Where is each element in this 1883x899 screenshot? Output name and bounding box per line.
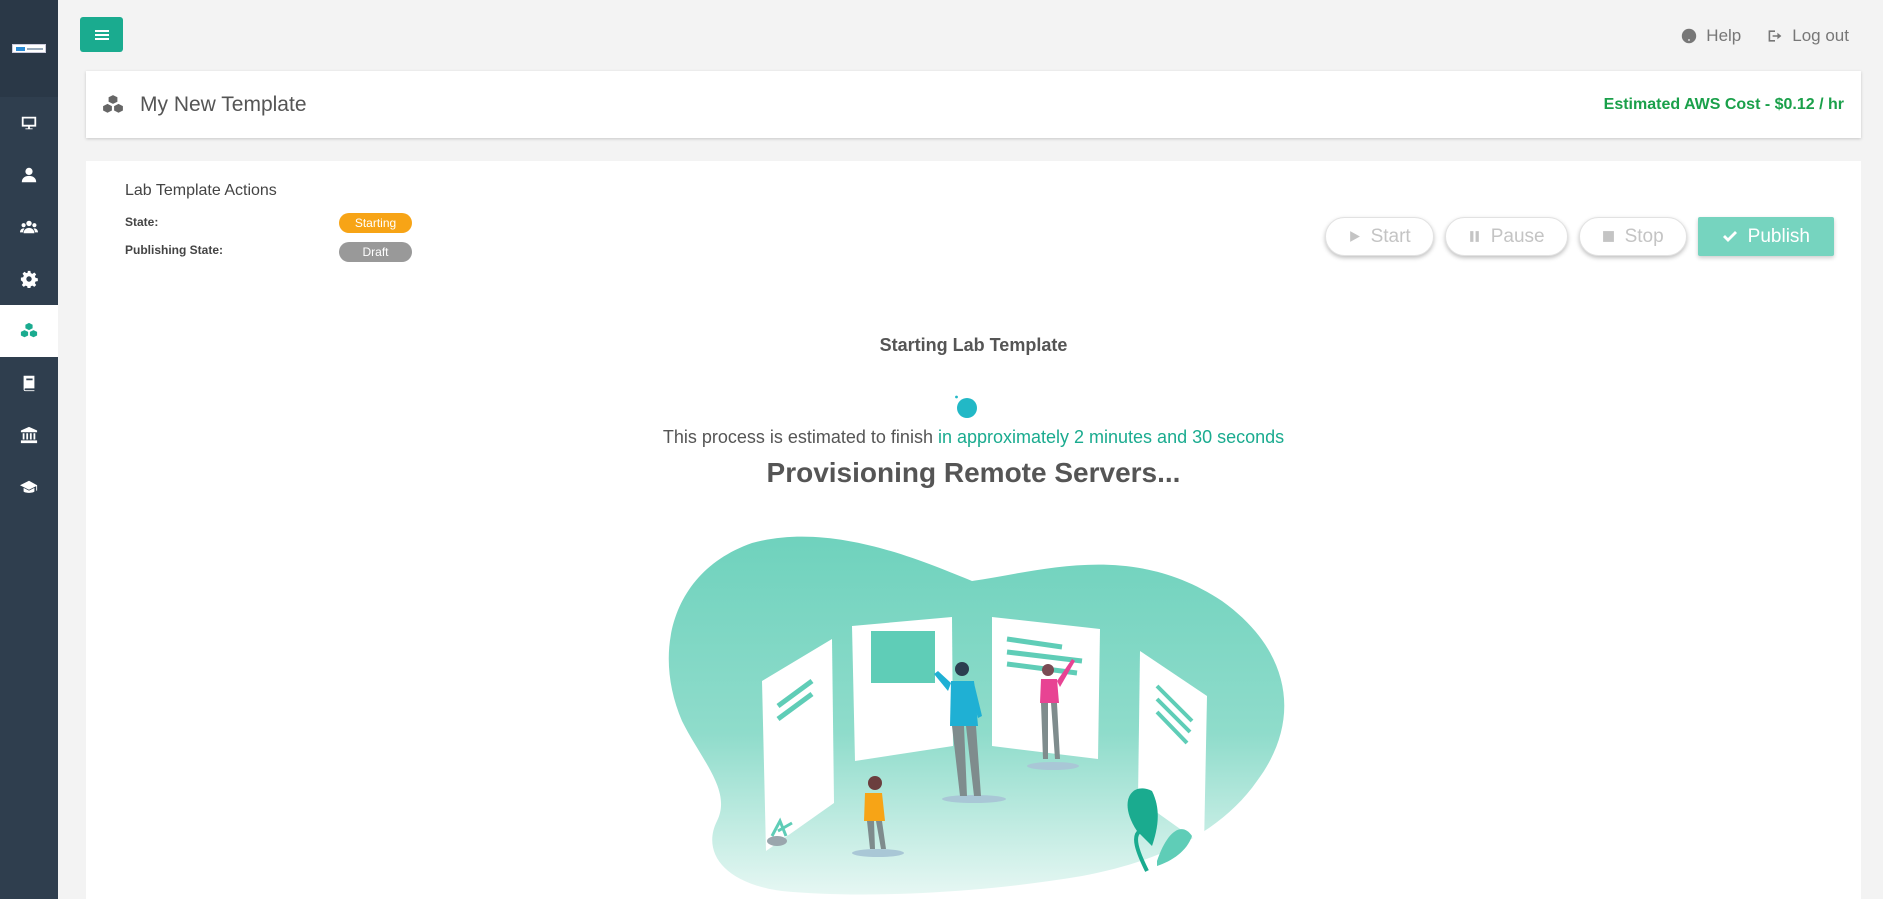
publish-label: Publish <box>1747 225 1810 247</box>
pause-label: Pause <box>1490 225 1545 247</box>
page-title: My New Template <box>140 92 307 116</box>
sidebar-item-settings[interactable] <box>0 253 58 305</box>
cubes-icon <box>102 94 124 116</box>
app-logo <box>12 44 46 53</box>
sidebar <box>0 0 58 899</box>
main-panel: Lab Template Actions State: Starting Pub… <box>86 161 1861 899</box>
stop-label: Stop <box>1624 225 1664 247</box>
monitor-icon <box>21 116 37 130</box>
publishing-state-badge: Draft <box>339 242 412 262</box>
actions-title: Lab Template Actions <box>125 182 277 199</box>
sidebar-item-groups[interactable] <box>0 201 58 253</box>
publishing-state-label: Publishing State: <box>125 243 224 257</box>
pause-button[interactable]: Pause <box>1444 217 1568 256</box>
help-label: Help <box>1706 26 1742 45</box>
stop-button[interactable]: Stop <box>1578 217 1687 256</box>
estimated-cost: Estimated AWS Cost - $0.12 / hr <box>1603 95 1844 113</box>
action-buttons: Start Pause Stop Publish <box>1324 217 1834 256</box>
provisioning-illustration <box>668 536 1285 895</box>
graduation-cap-icon <box>20 480 38 493</box>
start-button[interactable]: Start <box>1324 217 1434 256</box>
check-icon <box>1722 230 1737 242</box>
sign-out-icon <box>1768 30 1782 42</box>
logo-area[interactable] <box>0 0 58 97</box>
hamburger-icon <box>94 33 109 36</box>
sidebar-item-desktop[interactable] <box>0 97 58 149</box>
book-icon <box>23 375 35 392</box>
question-circle-icon <box>1682 28 1697 44</box>
menu-toggle-button[interactable] <box>80 17 123 52</box>
users-icon <box>20 220 38 234</box>
estimate-text: This process is estimated to finish in a… <box>86 427 1861 448</box>
estimate-time: in approximately 2 minutes and 30 second… <box>937 427 1285 447</box>
start-label: Start <box>1370 225 1411 247</box>
loading-spinner-icon <box>955 395 977 418</box>
stop-icon <box>1602 231 1614 242</box>
pause-icon <box>1469 231 1479 242</box>
top-nav: Help Log out <box>1681 26 1849 46</box>
state-label: State: <box>125 215 159 229</box>
state-badge: Starting <box>339 213 412 233</box>
sidebar-item-institution[interactable] <box>0 409 58 461</box>
publish-button[interactable]: Publish <box>1697 217 1834 256</box>
provisioning-message: Provisioning Remote Servers... <box>766 457 1181 488</box>
title-panel: My New Template Estimated AWS Cost - $0.… <box>86 71 1861 138</box>
status-heading: Starting Lab Template <box>879 335 1068 355</box>
sidebar-item-user[interactable] <box>0 149 58 201</box>
logout-label: Log out <box>1792 26 1849 45</box>
sidebar-item-library[interactable] <box>0 357 58 409</box>
sidebar-item-courses[interactable] <box>0 461 58 513</box>
sidebar-item-templates[interactable] <box>0 305 58 357</box>
cubes-icon <box>20 322 38 338</box>
logout-link[interactable]: Log out <box>1767 26 1849 46</box>
play-icon <box>1349 231 1360 242</box>
institution-icon <box>20 426 38 444</box>
user-icon <box>21 167 37 183</box>
estimate-prefix: This process is estimated to finish <box>662 427 938 447</box>
gear-icon <box>20 270 38 288</box>
help-link[interactable]: Help <box>1681 26 1741 46</box>
